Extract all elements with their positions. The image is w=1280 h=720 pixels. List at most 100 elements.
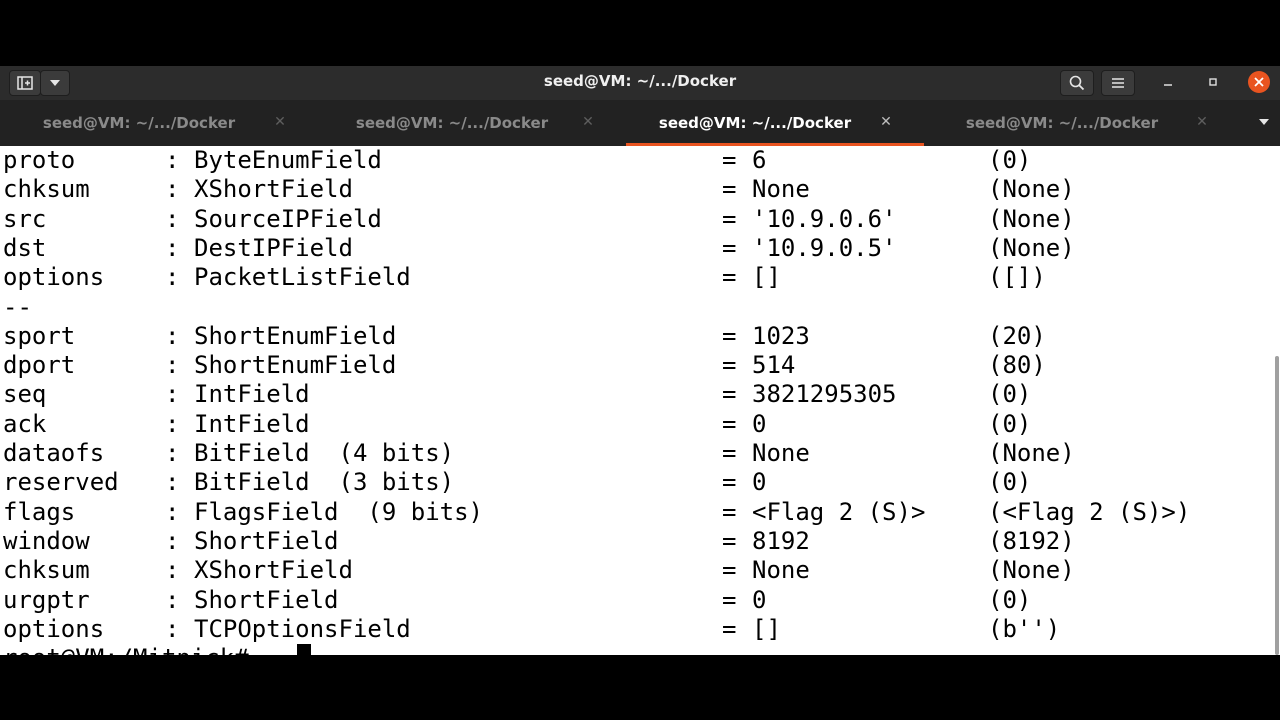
equals-sign: =: [722, 526, 737, 555]
field-type: ShortEnumField: [194, 351, 397, 380]
field-default: (0): [988, 409, 1032, 438]
tab-list-dropdown-button[interactable]: [1254, 112, 1274, 132]
field-default: (None): [988, 439, 1075, 467]
tab-label: seed@VM: ~/.../Docker: [658, 114, 852, 132]
equals-sign: =: [722, 468, 737, 497]
field-name: chksum: [3, 556, 90, 585]
field-name: --: [3, 292, 32, 321]
search-icon: [1069, 75, 1085, 91]
terminal-window: seed@VM: ~/.../Docker seed@VM: ~/.../Doc…: [0, 66, 1280, 655]
field-default: (8192): [988, 526, 1075, 555]
field-value: 514: [752, 351, 796, 380]
field-name: dst: [3, 233, 47, 262]
field-type: ShortEnumField: [194, 321, 397, 350]
tab-1[interactable]: seed@VM: ~/.../Docker ✕: [0, 100, 318, 146]
separator-colon: :: [165, 526, 180, 555]
field-type: XShortField: [194, 556, 353, 585]
equals-sign: =: [722, 409, 737, 438]
equals-sign: =: [722, 585, 737, 614]
tab-close-icon[interactable]: ✕: [580, 113, 596, 131]
tab-label: seed@VM: ~/.../Docker: [355, 114, 549, 132]
field-value: 0: [752, 409, 767, 438]
field-name: flags: [3, 497, 76, 526]
terminal-output[interactable]: proto: ByteEnumField = 6 (0) chksum: XShortFie…: [0, 146, 1274, 655]
equals-sign: =: [722, 497, 737, 526]
tab-2[interactable]: seed@VM: ~/.../Docker ✕: [318, 100, 626, 146]
menu-button[interactable]: [1101, 70, 1135, 96]
field-name: proto: [3, 146, 76, 174]
separator-colon: :: [165, 556, 180, 585]
separator-colon: :: [165, 233, 180, 262]
field-value: None: [752, 556, 810, 585]
separator-colon: :: [165, 204, 180, 233]
hamburger-menu-icon: [1112, 78, 1124, 88]
equals-sign: =: [722, 263, 737, 292]
field-value: 3821295305: [752, 380, 897, 409]
field-default: (<Flag 2 (S)>): [988, 497, 1191, 526]
field-value: []: [752, 263, 781, 292]
text-cursor: [297, 644, 311, 655]
field-value: None: [752, 439, 810, 467]
maximize-button[interactable]: [1200, 69, 1226, 95]
field-default: (0): [988, 585, 1032, 614]
chevron-down-icon: [1259, 119, 1269, 125]
tab-3[interactable]: seed@VM: ~/.../Docker ✕: [626, 100, 924, 146]
field-name: options: [3, 614, 105, 643]
tab-close-icon[interactable]: ✕: [878, 113, 894, 131]
field-default: ([]): [988, 263, 1046, 292]
field-type: DestIPField: [194, 233, 353, 262]
field-type: PacketListField: [194, 263, 411, 292]
separator-colon: :: [165, 585, 180, 614]
tab-bar: seed@VM: ~/.../Docker ✕ seed@VM: ~/.../D…: [0, 100, 1280, 146]
field-type: SourceIPField: [194, 204, 382, 233]
separator-colon: :: [165, 321, 180, 350]
equals-sign: =: [722, 380, 737, 409]
minimize-icon: [1164, 84, 1172, 86]
close-icon: [1248, 71, 1270, 93]
field-type: TCPOptionsField: [194, 614, 411, 643]
field-default: (0): [988, 146, 1032, 174]
tab-close-icon[interactable]: ✕: [1194, 113, 1210, 131]
separator-colon: :: [165, 263, 180, 292]
field-type: ShortField: [194, 526, 339, 555]
field-type: ByteEnumField: [194, 146, 382, 174]
equals-sign: =: [722, 439, 737, 467]
field-name: src: [3, 204, 47, 233]
tab-close-icon[interactable]: ✕: [272, 113, 288, 131]
tab-label: seed@VM: ~/.../Docker: [42, 114, 236, 132]
title-bar: seed@VM: ~/.../Docker: [0, 66, 1280, 100]
field-name: ack: [3, 409, 47, 438]
field-default: (None): [988, 233, 1075, 262]
separator-colon: :: [165, 351, 180, 380]
field-name: dataofs: [3, 439, 105, 467]
separator-colon: :: [165, 146, 180, 174]
field-default: (None): [988, 556, 1075, 585]
field-value: 1023: [752, 321, 810, 350]
field-type: IntField: [194, 380, 310, 409]
field-value: 6: [752, 146, 767, 174]
separator-colon: :: [165, 175, 180, 204]
scrollbar[interactable]: [1274, 146, 1280, 655]
field-type: XShortField: [194, 175, 353, 204]
field-default: (None): [988, 175, 1075, 204]
separator-colon: :: [165, 380, 180, 409]
separator-colon: :: [165, 439, 180, 467]
close-button[interactable]: [1246, 69, 1272, 95]
field-default: (0): [988, 468, 1032, 497]
field-default: (None): [988, 204, 1075, 233]
field-type: BitField (4 bits): [194, 439, 455, 467]
field-name: window: [3, 526, 90, 555]
equals-sign: =: [722, 614, 737, 643]
equals-sign: =: [722, 321, 737, 350]
tab-4[interactable]: seed@VM: ~/.../Docker ✕: [924, 100, 1240, 146]
scrollbar-thumb[interactable]: [1275, 356, 1279, 655]
field-default: (0): [988, 380, 1032, 409]
equals-sign: =: [722, 175, 737, 204]
field-name: sport: [3, 321, 76, 350]
search-button[interactable]: [1060, 70, 1094, 96]
minimize-button[interactable]: [1155, 69, 1181, 95]
field-name: chksum: [3, 175, 90, 204]
field-value: <Flag 2 (S)>: [752, 497, 926, 526]
field-value: 0: [752, 585, 767, 614]
field-name: urgptr: [3, 585, 90, 614]
